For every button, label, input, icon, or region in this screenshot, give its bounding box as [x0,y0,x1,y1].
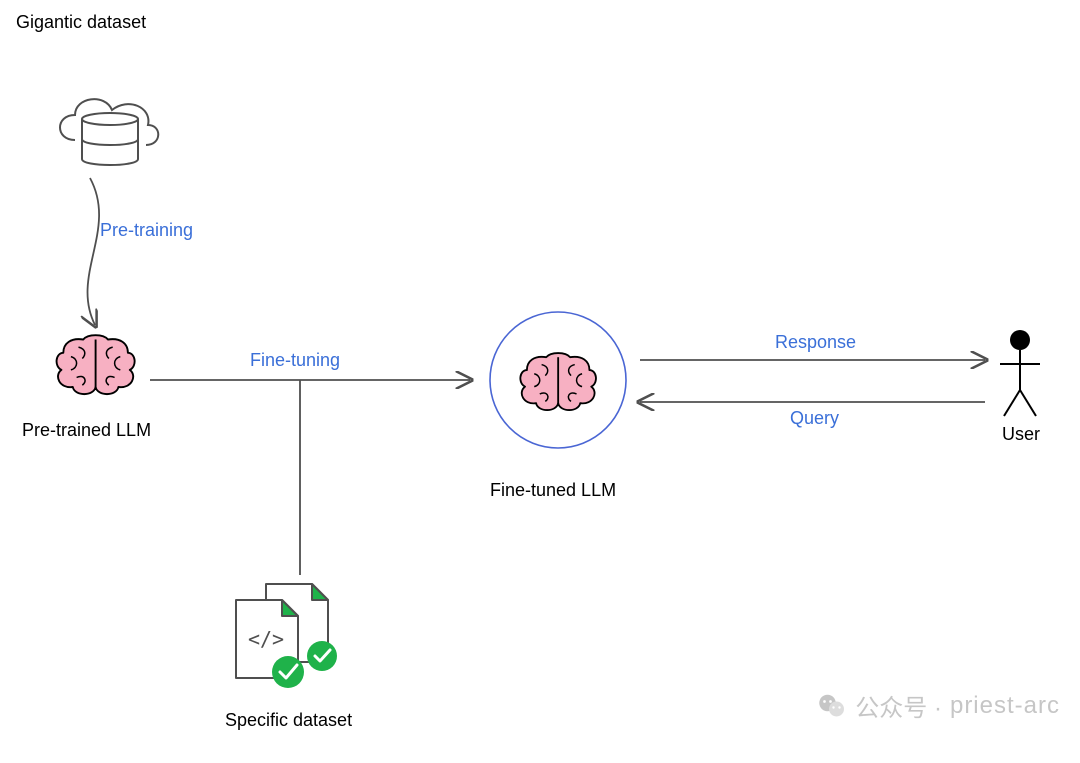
watermark-prefix: 公众号 · [855,688,942,723]
finetuned-llm-label: Fine-tuned LLM [490,480,616,501]
cloud-database-icon [60,99,158,165]
watermark: 公众号 · priest-arc [817,688,1060,723]
edge-pretraining [88,178,100,325]
diagram-svg: </> [0,0,1080,763]
finetuning-label: Fine-tuning [250,350,340,371]
user-label: User [1002,424,1040,445]
user-icon [1000,330,1040,416]
specific-dataset-label: Specific dataset [225,710,352,731]
pretrained-llm-label: Pre-trained LLM [22,420,151,441]
finetuned-llm-icon [490,312,626,448]
response-label: Response [775,332,856,353]
wechat-icon [817,691,847,721]
watermark-name: priest-arc [950,692,1060,720]
query-label: Query [790,408,839,429]
svg-text:</>: </> [248,627,284,651]
pretraining-label: Pre-training [100,220,193,241]
pretrained-llm-icon [57,335,135,394]
diagram-canvas: </> Gigantic dataset Pre-training Pre-tr… [0,0,1080,763]
specific-dataset-icon: </> [236,584,337,688]
gigantic-dataset-label: Gigantic dataset [16,12,146,33]
